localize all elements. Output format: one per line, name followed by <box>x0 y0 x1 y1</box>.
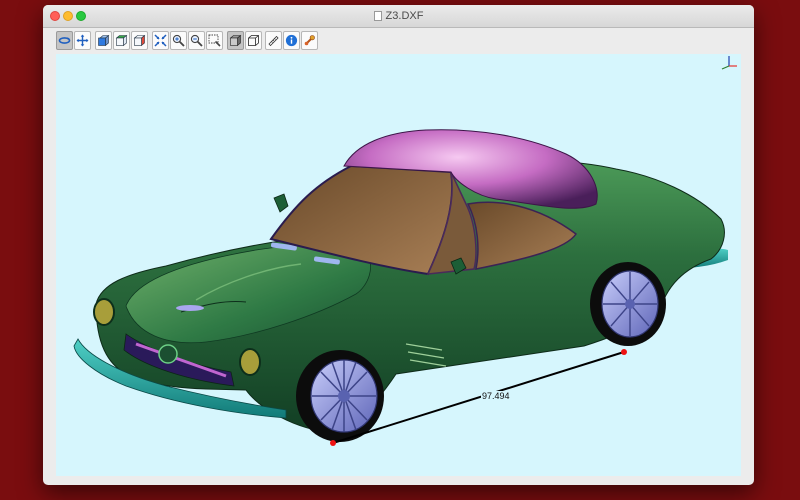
zoom-window-icon <box>208 34 221 47</box>
wireframe-mode-button[interactable] <box>245 31 262 50</box>
front-view-button[interactable] <box>95 31 112 50</box>
settings-button[interactable] <box>301 31 318 50</box>
rotate-button[interactable] <box>56 31 73 50</box>
pan-button[interactable] <box>74 31 91 50</box>
3d-viewport[interactable]: 97.494 <box>56 54 741 476</box>
axis-triad <box>721 56 737 70</box>
left-mirror <box>273 193 289 213</box>
toolbar-group-zoom <box>152 31 224 51</box>
toolbar <box>43 28 754 54</box>
settings-icon <box>304 35 315 46</box>
zoom-out-button[interactable] <box>188 31 205 50</box>
shaded-mode-icon <box>229 34 242 47</box>
zoom-out-icon <box>190 34 203 47</box>
toolbar-group-navigate <box>56 31 92 51</box>
measure-icon <box>268 35 279 47</box>
toolbar-group-tools <box>265 31 319 51</box>
zoom-in-button[interactable] <box>170 31 187 50</box>
hood-vent <box>176 305 204 311</box>
app-window: Z3.DXF 97.494 <box>43 5 754 485</box>
rotate-icon <box>58 37 71 44</box>
zoom-window-button[interactable] <box>206 31 223 50</box>
measurement-label: 97.494 <box>481 391 511 401</box>
info-icon <box>285 34 298 47</box>
toolbar-group-views <box>95 31 149 51</box>
window-title: Z3.DXF <box>385 10 424 22</box>
top-view-icon <box>115 34 128 47</box>
fit-all-icon <box>154 34 167 47</box>
title-bar: Z3.DXF <box>43 5 754 28</box>
fit-all-button[interactable] <box>152 31 169 50</box>
left-headlight <box>93 298 115 326</box>
zoom-in-icon <box>172 34 185 47</box>
shaded-mode-button[interactable] <box>227 31 244 50</box>
side-view-icon <box>133 34 146 47</box>
car-model-scene[interactable] <box>56 54 741 476</box>
window-title-area: Z3.DXF <box>43 5 754 27</box>
measure-point-start[interactable] <box>330 440 336 446</box>
info-button[interactable] <box>283 31 300 50</box>
grille-emblem <box>158 344 178 364</box>
right-headlight <box>239 348 261 376</box>
measure-button[interactable] <box>265 31 282 50</box>
top-view-button[interactable] <box>113 31 130 50</box>
side-view-button[interactable] <box>131 31 148 50</box>
measure-point-end[interactable] <box>621 349 627 355</box>
document-icon <box>373 11 382 21</box>
wireframe-mode-icon <box>248 35 259 46</box>
toolbar-group-render <box>227 31 263 51</box>
pan-icon <box>76 34 89 47</box>
front-view-icon <box>98 34 110 47</box>
